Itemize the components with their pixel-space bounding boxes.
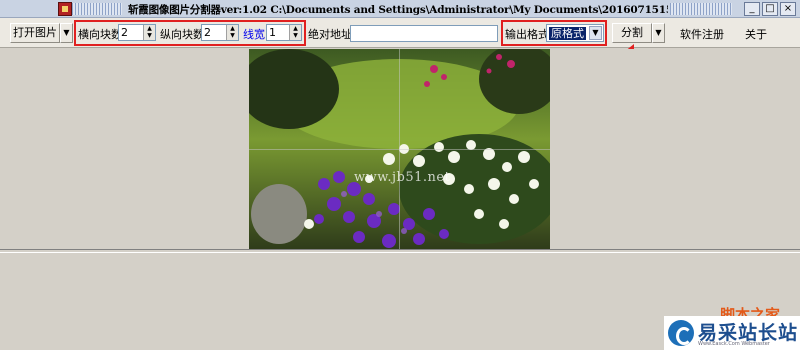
title-bar: 斩霞图像图片分割器ver:1.02 C:\Documents and Setti… bbox=[0, 0, 800, 18]
h-blocks-spin-buttons[interactable]: ▲ ▼ bbox=[143, 25, 155, 40]
chevron-down-icon: ▼ bbox=[63, 28, 70, 37]
image-watermark: www.jb51.net bbox=[354, 170, 451, 185]
spin-down-icon[interactable]: ▼ bbox=[144, 32, 155, 39]
abs-path-label: 绝对地址 bbox=[308, 28, 352, 41]
site-brand: 易采站长站 Www.Easck.Com Webmaster bbox=[664, 316, 800, 350]
app-icon bbox=[58, 2, 72, 16]
split-line-vertical bbox=[399, 49, 400, 250]
register-button[interactable]: 软件注册 bbox=[680, 26, 724, 42]
preview-image: www.jb51.net bbox=[249, 49, 550, 250]
h-blocks-value: 2 bbox=[121, 26, 128, 39]
h-blocks-stepper[interactable]: 2 ▲ ▼ bbox=[118, 24, 156, 41]
window-controls: _ □ × bbox=[744, 2, 796, 16]
spin-up-icon[interactable]: ▲ bbox=[144, 25, 155, 32]
about-button[interactable]: 关于 bbox=[745, 26, 767, 42]
line-width-label[interactable]: 线宽 bbox=[243, 26, 265, 42]
brand-logo-icon bbox=[668, 320, 694, 346]
title-stripes-right bbox=[670, 3, 732, 15]
v-blocks-label: 纵向块数 bbox=[160, 28, 204, 41]
open-image-button[interactable]: 打开图片 bbox=[10, 23, 60, 43]
work-area: www.jb51.net bbox=[0, 49, 800, 250]
open-image-dropdown[interactable]: ▼ bbox=[60, 23, 73, 43]
output-format-label: 输出格式 bbox=[505, 28, 549, 41]
spin-down-icon[interactable]: ▼ bbox=[290, 32, 301, 39]
close-button[interactable]: × bbox=[780, 2, 796, 16]
line-width-stepper[interactable]: 1 ▲ ▼ bbox=[266, 24, 302, 41]
brand-subtitle: Www.Easck.Com Webmaster bbox=[698, 341, 770, 347]
v-blocks-value: 2 bbox=[204, 26, 211, 39]
v-blocks-stepper[interactable]: 2 ▲ ▼ bbox=[201, 24, 239, 41]
spin-up-icon[interactable]: ▲ bbox=[227, 25, 238, 32]
maximize-button[interactable]: □ bbox=[762, 2, 778, 16]
output-format-value: 原格式 bbox=[549, 27, 586, 40]
line-width-value: 1 bbox=[269, 26, 276, 39]
split-button[interactable]: 分割 bbox=[612, 23, 652, 43]
toolbar: 打开图片 ▼ 横向块数 2 ▲ ▼ 纵向块数 2 ▲ ▼ 线宽 1 ▲ ▼ 绝对地址 … bbox=[0, 18, 800, 48]
chevron-down-icon[interactable]: ▼ bbox=[589, 26, 602, 40]
h-blocks-label: 横向块数 bbox=[78, 28, 122, 41]
line-width-spin-buttons[interactable]: ▲ ▼ bbox=[289, 25, 301, 40]
output-format-select[interactable]: 原格式 ▼ bbox=[546, 24, 604, 42]
minimize-button[interactable]: _ bbox=[744, 2, 760, 16]
split-dropdown[interactable]: ▼ bbox=[652, 23, 665, 43]
abs-path-input[interactable] bbox=[350, 25, 498, 42]
window-title: 斩霞图像图片分割器ver:1.02 C:\Documents and Setti… bbox=[128, 4, 668, 16]
v-blocks-spin-buttons[interactable]: ▲ ▼ bbox=[226, 25, 238, 40]
chevron-down-icon: ▼ bbox=[655, 28, 662, 37]
spin-down-icon[interactable]: ▼ bbox=[227, 32, 238, 39]
spin-up-icon[interactable]: ▲ bbox=[290, 25, 301, 32]
